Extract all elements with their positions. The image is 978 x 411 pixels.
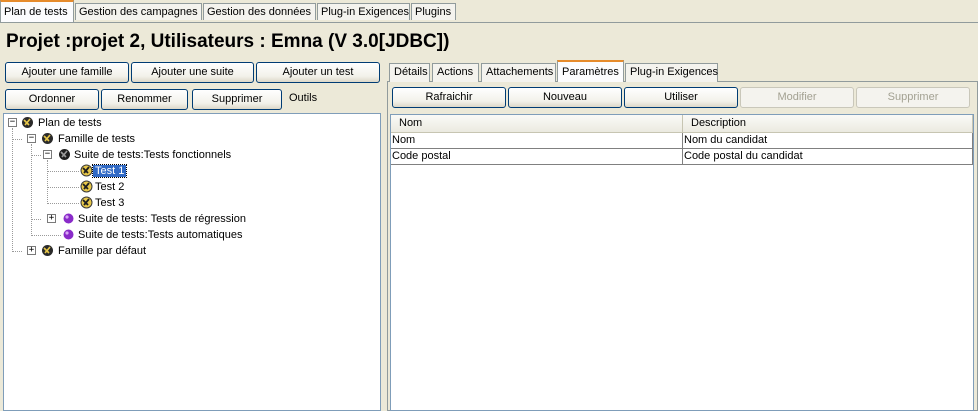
tree-node-test-3[interactable]: Test 3 [93,195,126,211]
tree-node-label: Suite de tests:Tests fonctionnels [74,149,232,161]
order-button[interactable]: Ordonner [5,89,99,110]
test-plan-tree[interactable]: − Plan de tests − Famille de tests − Sui… [3,113,381,411]
panel-splitter[interactable] [382,58,386,411]
tools-menu[interactable]: Outils [289,92,317,104]
family-icon [42,133,53,144]
tree-node-label: Test 1 [91,164,128,178]
tab-plugin-exigences[interactable]: Plug-in Exigences [317,3,410,20]
tree-node-label: Test 2 [95,181,125,193]
parameters-table[interactable]: Nom Description Nom Nom du candidat Code… [390,114,974,411]
tree-node-label: Plan de tests [38,117,102,129]
refresh-button[interactable]: Rafraichir [392,87,506,108]
test-icon [80,164,93,177]
table-cell[interactable]: Nom [391,133,683,149]
expand-toggle[interactable]: + [27,246,36,255]
modify-button[interactable]: Modifier [740,87,854,108]
use-button[interactable]: Utiliser [624,87,738,108]
add-family-button[interactable]: Ajouter une famille [5,62,129,83]
table-cell[interactable]: Nom du candidat [683,133,973,149]
table-cell[interactable]: Code postal [391,149,683,165]
suite-icon [59,149,70,160]
tab-plan-de-tests[interactable]: Plan de tests [0,0,74,22]
suite-icon [63,229,74,240]
tree-node-root[interactable]: Plan de tests [36,115,104,131]
test-icon [80,180,93,193]
tree-node-test-1[interactable]: Test 1 [91,163,128,179]
tree-node-default-family[interactable]: Famille par défaut [56,243,148,259]
collapse-toggle[interactable]: − [27,134,36,143]
delete-button[interactable]: Supprimer [192,89,282,110]
tab-gestion-campagnes[interactable]: Gestion des campagnes [75,3,202,20]
tree-node-suite-auto[interactable]: Suite de tests:Tests automatiques [76,227,244,243]
tree-node-label: Suite de tests:Tests automatiques [78,229,243,241]
suite-icon [63,213,74,224]
tree-node-test-2[interactable]: Test 2 [93,179,126,195]
collapse-toggle[interactable]: − [8,118,17,127]
tab-plugins[interactable]: Plugins [411,3,456,20]
table-cell[interactable]: Code postal du candidat [683,149,973,165]
delete-param-button[interactable]: Supprimer [856,87,970,108]
column-header-description[interactable]: Description [683,115,973,133]
tree-node-label: Famille par défaut [58,245,147,257]
new-button[interactable]: Nouveau [508,87,622,108]
tree-node-label: Suite de tests: Tests de régression [78,213,246,225]
add-test-button[interactable]: Ajouter un test [256,62,380,83]
project-title: Projet :projet 2, Utilisateurs : Emna (V… [6,31,450,52]
tree-node-label: Test 3 [95,197,125,209]
main-tab-bar: Plan de tests Gestion des campagnes Gest… [0,0,978,23]
test-icon [80,196,93,209]
tree-node-suite-functional[interactable]: Suite de tests:Tests fonctionnels [72,147,233,163]
tree-node-label: Famille de tests [58,133,136,145]
tab-parameters[interactable]: Paramètres [557,60,624,82]
column-header-name[interactable]: Nom [391,115,683,133]
rename-button[interactable]: Renommer [101,89,188,110]
tree-node-suite-regression[interactable]: Suite de tests: Tests de régression [76,211,248,227]
tree-node-family[interactable]: Famille de tests [56,131,137,147]
tab-attachments[interactable]: Attachements [481,63,556,82]
expand-toggle[interactable]: + [47,214,56,223]
plan-icon [22,117,33,128]
add-suite-button[interactable]: Ajouter une suite [131,62,254,83]
tab-gestion-donnees[interactable]: Gestion des données [203,3,316,20]
family-icon [42,245,53,256]
tab-details[interactable]: Détails [389,63,430,82]
tab-plugin-requirements[interactable]: Plug-in Exigences [625,63,718,82]
collapse-toggle[interactable]: − [43,150,52,159]
tab-actions[interactable]: Actions [432,63,479,82]
